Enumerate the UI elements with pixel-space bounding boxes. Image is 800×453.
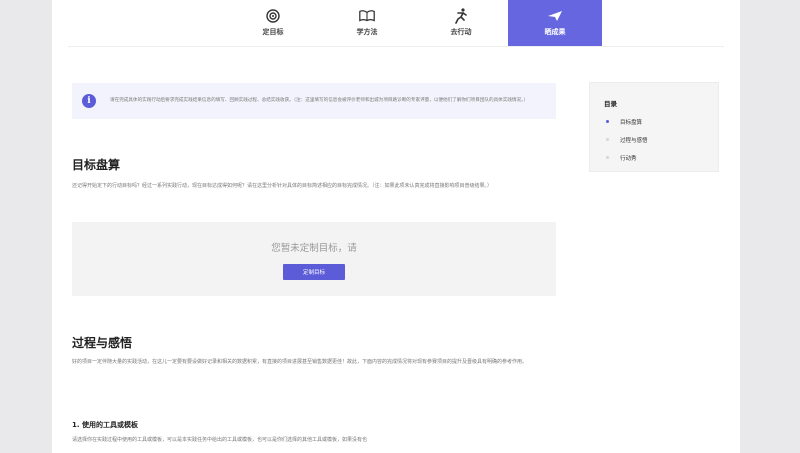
runner-icon [452, 8, 470, 24]
info-icon: i [82, 94, 96, 108]
toc-item-process[interactable]: 过程与感悟 [620, 136, 648, 144]
toc-active-dot [606, 120, 609, 123]
step-label: 学方法 [356, 28, 378, 36]
subsection-title-tools: 1. 使用的工具或模板 [72, 421, 138, 429]
section-title-goal-review: 目标盘算 [72, 158, 121, 172]
toc-item-goal-review[interactable]: 目标盘算 [620, 118, 642, 126]
toc-dot [606, 156, 609, 159]
subsection-desc-tools: 请选择你在实践过程中使用的工具或模板，可以是本实践任务中给出的工具或模板，也可以… [72, 437, 368, 443]
step-set-goal[interactable]: 定目标 [226, 0, 320, 46]
step-take-action[interactable]: 去行动 [414, 0, 508, 46]
table-of-contents: 目录 目标盘算 过程与感悟 行动秀 [589, 82, 719, 172]
notice-text: 请在完成具体的实践行动后要求完成实践结果信息的填写、回顾实践过程、总结实践收获。… [110, 98, 529, 103]
info-notice: i 请在完成具体的实践行动后要求完成实践结果信息的填写、回顾实践过程、总结实践收… [72, 83, 556, 119]
step-learn-method[interactable]: 学方法 [320, 0, 414, 46]
section-title-process: 过程与感悟 [72, 336, 133, 350]
toc-item-action-show[interactable]: 行动秀 [620, 154, 637, 162]
page-container: 定目标 学方法 去行动 晒成果 i 请在完成具体的实践行动后要求完成实践结果信息… [52, 0, 740, 453]
toc-dot [606, 138, 609, 141]
step-nav: 定目标 学方法 去行动 晒成果 [226, 0, 602, 46]
step-label: 去行动 [450, 28, 472, 36]
step-label: 晒成果 [544, 28, 566, 36]
toc-title: 目录 [604, 100, 617, 108]
empty-goal-panel: 您暂未定制目标，请 定制目标 [72, 222, 556, 296]
paper-plane-icon [546, 9, 564, 23]
book-icon [358, 9, 376, 23]
empty-goal-text: 您暂未定制目标，请 [271, 243, 357, 254]
target-icon [264, 9, 282, 23]
nav-divider [68, 46, 724, 47]
section-desc-process: 好的项目一定伴随大量的实践活动，在这儿一定要有要设做好记录和相关的数据积累，有直… [72, 359, 528, 365]
section-desc-goal-review: 还记得开始定下的行动目标吗？经过一系列实践行动，现在目标达成得如何呢？请在这里分… [72, 183, 493, 189]
step-label: 定目标 [262, 28, 284, 36]
step-show-results[interactable]: 晒成果 [508, 0, 602, 46]
set-goal-button[interactable]: 定制目标 [283, 264, 345, 280]
